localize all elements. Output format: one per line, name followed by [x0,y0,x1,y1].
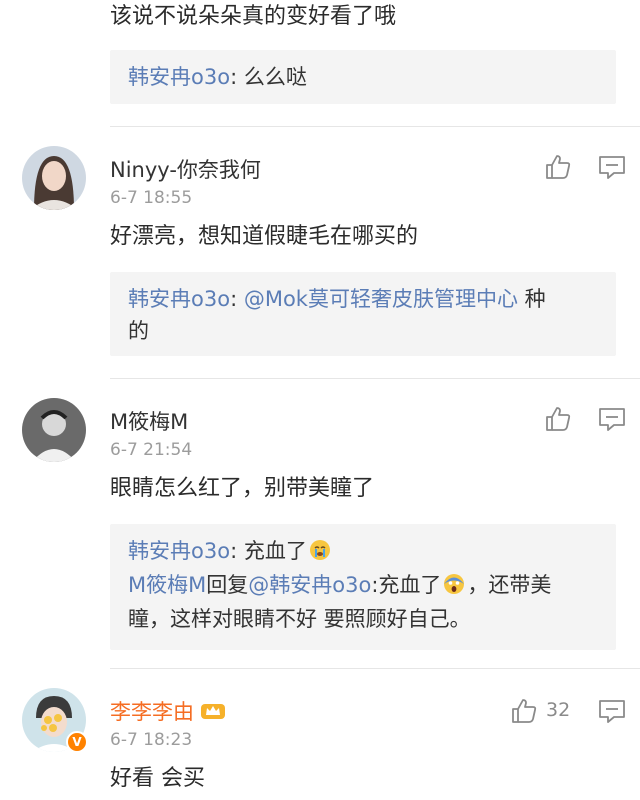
reply-line-2: 的 [128,319,149,343]
avatar-image [22,398,86,462]
comment-content: 该说不说朵朵真的变好看了哦 [110,4,397,29]
comment-icon [599,408,625,431]
comment-content: 好漂亮，想知道假睫毛在哪买的 [110,224,419,249]
like-icon [512,699,537,723]
like-count: 32 [546,699,571,721]
reply-line: 韩安冉o3o: 么么哒 [128,62,307,92]
comment-button[interactable] [597,404,627,434]
avatar[interactable] [22,398,86,462]
username-text: 李李李由 [110,700,194,724]
reply-text: : 充血了 [230,539,307,563]
screaming-emoji-icon [444,574,465,594]
comment-icon [599,156,625,179]
reply-line: M筱梅M回复@韩安冉o3o:充血了 ，还带美 [128,570,551,600]
like-button[interactable] [543,404,573,434]
reply-line: 韩安冉o3o: @Mok莫可轻奢皮肤管理中心 种 [128,284,546,314]
username[interactable]: M筱梅M [110,406,188,436]
reply-box[interactable]: 韩安冉o3o: @Mok莫可轻奢皮肤管理中心 种 的 [110,272,616,356]
reply-text: :充血了 [371,573,442,597]
timestamp: 6-7 18:23 [110,730,193,750]
comment-list: 该说不说朵朵真的变好看了哦 韩安冉o3o: 么么哒 Ninyy-你奈我何 6-7… [0,0,640,800]
reply-line-2: 瞳，这样对眼睛不好 要照顾好自己。 [128,607,471,631]
reply-text: : 么么哒 [230,65,307,89]
reply-colon: : [230,287,244,311]
reply-line: 韩安冉o3o: 充血了 [128,536,333,566]
timestamp: 6-7 18:55 [110,188,193,208]
like-button[interactable] [543,152,573,182]
reply-text: 种 [517,287,546,311]
avatar[interactable] [22,146,86,210]
crown-icon [201,704,225,719]
mention-link[interactable]: @Mok莫可轻奢皮肤管理中心 [244,287,518,311]
comment-content: 好看 会买 [110,766,205,791]
mention-link[interactable]: @韩安冉o3o [248,573,371,597]
reply-author-link[interactable]: 韩安冉o3o [128,539,230,563]
reply-box[interactable]: 韩安冉o3o: 么么哒 [110,50,616,104]
divider [110,668,640,669]
comment-content: 眼睛怎么红了，别带美瞳了 [110,476,375,501]
comment-button[interactable] [597,152,627,182]
divider [110,126,640,127]
avatar-image [22,146,86,210]
like-icon [546,155,571,179]
reply-author-link[interactable]: 韩安冉o3o [128,287,230,311]
reply-box[interactable]: 韩安冉o3o: 充血了 M筱梅M回复@韩安冉o3o:充血了 ，还带美 瞳，这样对眼… [110,524,616,650]
username[interactable]: Ninyy-你奈我何 [110,154,261,184]
like-icon [546,407,571,431]
reply-author-link[interactable]: M筱梅M [128,573,206,597]
reply-text: ，还带美 [467,573,552,597]
crying-emoji-icon [309,540,330,560]
divider [110,378,640,379]
comment-icon [599,700,625,723]
reply-author-link[interactable]: 韩安冉o3o [128,65,230,89]
username[interactable]: 李李李由 [110,696,226,726]
reply-word: 回复 [206,573,249,597]
comment-button[interactable] [597,696,627,726]
like-button[interactable] [509,696,539,726]
timestamp: 6-7 21:54 [110,440,193,460]
verified-badge: V [66,731,88,753]
